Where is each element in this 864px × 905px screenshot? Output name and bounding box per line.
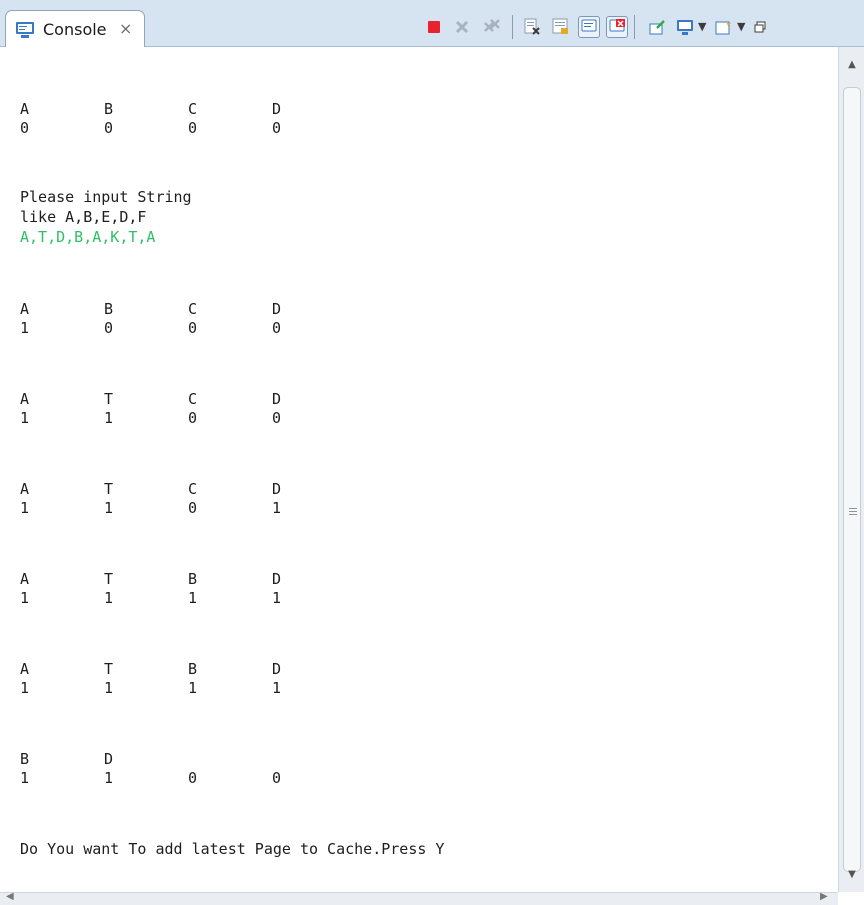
console-cell: B — [20, 750, 30, 768]
remove-all-terminated-icon[interactable] — [481, 16, 503, 38]
console-cell: 0 — [272, 769, 282, 787]
console-cell: B — [188, 570, 198, 588]
console-cell: D — [272, 570, 282, 588]
console-cell: 1 — [188, 679, 198, 697]
console-final-prompt: Do You want To add latest Page to Cache.… — [20, 840, 445, 858]
console-cell: B — [104, 100, 114, 118]
console-cell: 0 — [188, 769, 198, 787]
scroll-right-icon[interactable]: ▶ — [820, 891, 828, 902]
console-cell: T — [104, 660, 114, 678]
console-cell: 1 — [272, 589, 282, 607]
console-cell: D — [272, 300, 282, 318]
console-cell: C — [188, 480, 198, 498]
console-icon — [15, 21, 35, 39]
console-cell: 0 — [188, 319, 198, 337]
vertical-scrollbar[interactable]: ▲ ▼ — [838, 47, 864, 892]
console-cell: C — [188, 300, 198, 318]
console-cell: A — [20, 660, 30, 678]
scroll-up-icon[interactable]: ▲ — [839, 55, 864, 75]
display-console-icon[interactable] — [674, 16, 696, 38]
console-cell: A — [20, 390, 30, 408]
terminate-icon[interactable] — [423, 16, 445, 38]
console-cell: D — [104, 750, 114, 768]
show-on-stdout-icon[interactable] — [578, 16, 600, 38]
chevron-down-icon[interactable]: ▼ — [698, 20, 706, 33]
console-cell: 1 — [104, 409, 114, 427]
console-cell: 0 — [188, 409, 198, 427]
scroll-down-icon[interactable]: ▼ — [839, 865, 864, 885]
scroll-left-icon[interactable]: ◀ — [6, 891, 14, 902]
console-cell: D — [272, 480, 282, 498]
close-icon[interactable]: ⨯ — [119, 19, 132, 38]
console-prompt-line: Please input String — [20, 188, 192, 206]
console-cell: 0 — [104, 319, 114, 337]
scroll-lock-icon[interactable] — [550, 16, 572, 38]
console-cell: 0 — [188, 119, 198, 137]
console-cell: T — [104, 390, 114, 408]
console-cell: 1 — [20, 679, 30, 697]
console-user-input: A,T,D,B,A,K,T,A — [20, 228, 156, 246]
tab-console-label: Console — [43, 20, 107, 39]
remove-launch-icon[interactable] — [451, 16, 473, 38]
console-cell: B — [104, 300, 114, 318]
console-cell: 0 — [272, 319, 282, 337]
show-on-stderr-icon[interactable] — [606, 16, 628, 38]
console-cell: A — [20, 480, 30, 498]
scrollbar-thumb[interactable] — [843, 87, 861, 872]
console-cell: 1 — [104, 499, 114, 517]
console-cell: 1 — [20, 769, 30, 787]
open-console-icon[interactable] — [712, 16, 734, 38]
console-cell: 1 — [272, 679, 282, 697]
console-output[interactable]: ABCD0000ABCD1000ATCD1100ATCD1101ATBD1111… — [0, 47, 838, 892]
console-cell: 0 — [272, 119, 282, 137]
minimize-icon[interactable] — [752, 16, 768, 38]
console-cell: B — [188, 660, 198, 678]
grip-icon — [849, 508, 857, 517]
console-cell: D — [272, 100, 282, 118]
console-cell: C — [188, 390, 198, 408]
console-cell: 0 — [20, 119, 30, 137]
console-cell: 1 — [104, 769, 114, 787]
console-cell: 1 — [20, 319, 30, 337]
console-cell: D — [272, 390, 282, 408]
toolbar-separator — [634, 15, 635, 39]
console-cell: 1 — [272, 499, 282, 517]
pin-console-icon[interactable] — [646, 16, 668, 38]
console-cell: 0 — [272, 409, 282, 427]
console-cell: C — [188, 100, 198, 118]
tab-console[interactable]: Console ⨯ — [5, 10, 145, 48]
horizontal-scrollbar[interactable]: ◀ ▶ — [0, 891, 838, 905]
console-cell: 1 — [20, 499, 30, 517]
console-cell: 0 — [104, 119, 114, 137]
console-cell: T — [104, 570, 114, 588]
console-prompt-line: like A,B,E,D,F — [20, 208, 147, 226]
console-cell: A — [20, 570, 30, 588]
console-cell: D — [272, 660, 282, 678]
console-cell: 1 — [104, 589, 114, 607]
toolbar-separator — [512, 15, 513, 39]
console-cell: A — [20, 300, 30, 318]
console-cell: A — [20, 100, 30, 118]
console-cell: T — [104, 480, 114, 498]
console-cell: 1 — [20, 589, 30, 607]
console-cell: 1 — [20, 409, 30, 427]
chevron-down-icon[interactable]: ▼ — [737, 20, 745, 33]
console-cell: 1 — [188, 589, 198, 607]
clear-console-icon[interactable] — [521, 16, 543, 38]
console-cell: 0 — [188, 499, 198, 517]
console-cell: 1 — [104, 679, 114, 697]
console-view-header: Console ⨯ ▼ ▼ — [0, 0, 864, 48]
